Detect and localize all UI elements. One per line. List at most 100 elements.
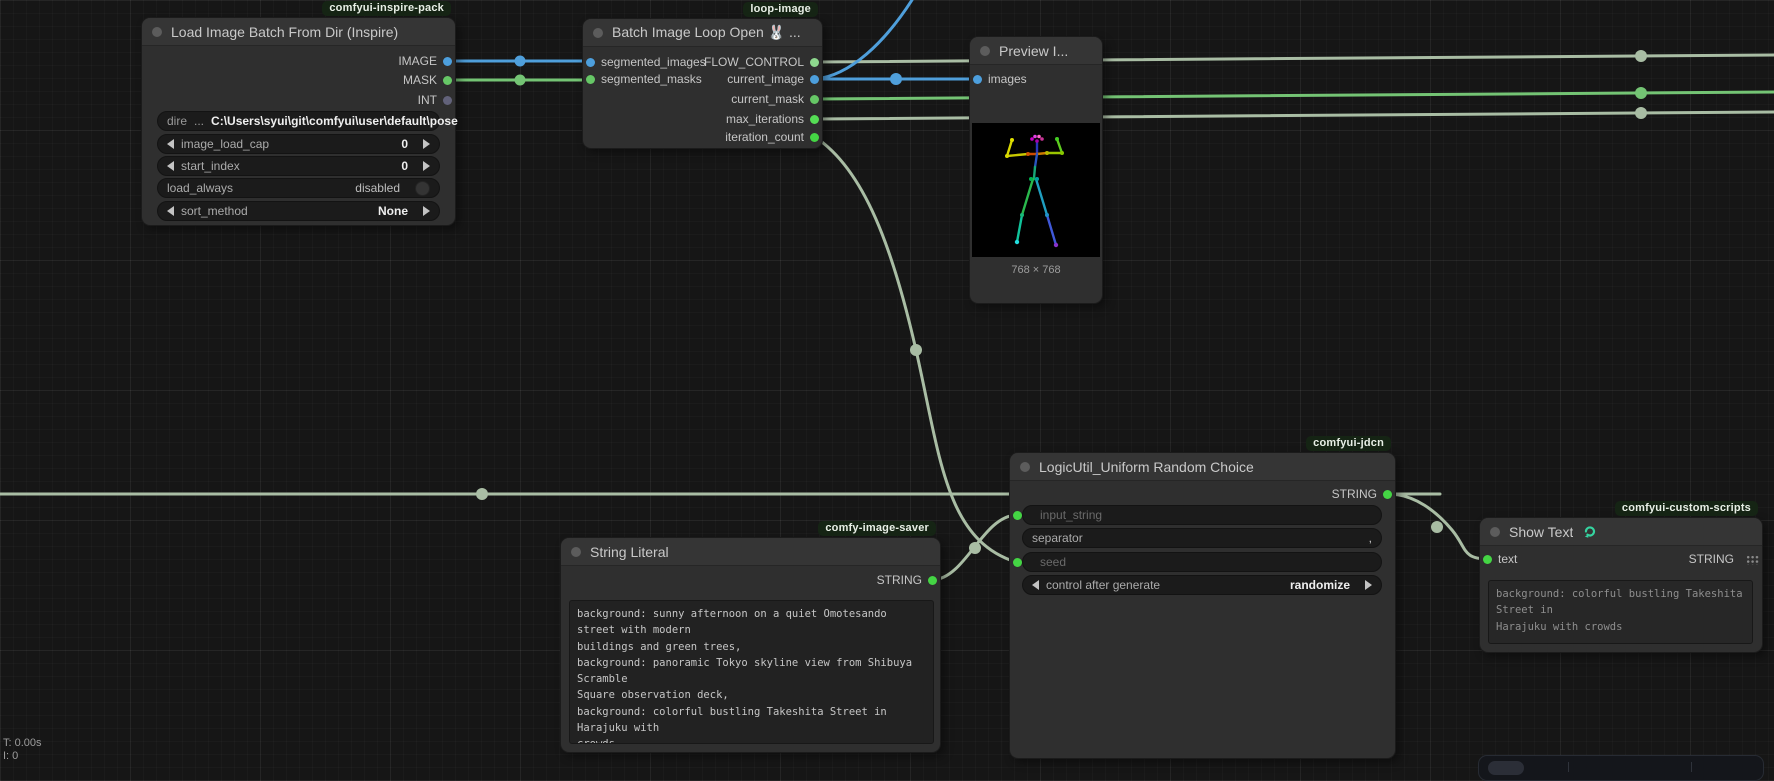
collapse-dot-icon[interactable] [571,547,581,557]
skeleton-joints [1005,135,1064,248]
input-text[interactable]: text [1483,550,1517,568]
wire-max-iterations [815,112,1774,119]
widget-separator[interactable]: separator , [1022,528,1382,548]
node-title-bar[interactable]: Preview I... [970,37,1102,65]
decrement-arrow-icon[interactable] [1032,580,1039,590]
increment-arrow-icon[interactable] [423,206,430,216]
port-dot-string[interactable] [928,576,937,585]
node-logicutil-random-choice[interactable]: comfyui-jdcn LogicUtil_Uniform Random Ch… [1010,453,1395,758]
port-dot-segmented-images[interactable] [586,58,595,67]
widget-sort-method[interactable]: sort_method None [157,201,440,221]
widget-seed[interactable]: seed [1022,552,1382,572]
show-text-textarea[interactable]: background: colorful bustling Takeshita … [1488,580,1753,644]
node-source-badge: comfyui-inspire-pack [322,1,451,16]
decrement-arrow-icon[interactable] [167,206,174,216]
input-images[interactable]: images [973,70,1027,88]
output-mask[interactable]: MASK [403,71,452,89]
input-seed[interactable] [1013,553,1022,571]
ellipsis: ... [194,114,204,128]
node-title-bar[interactable]: LogicUtil_Uniform Random Choice [1010,453,1395,481]
node-source-badge: comfyui-custom-scripts [1615,501,1758,516]
port-dot-int[interactable] [443,96,452,105]
node-show-text[interactable]: comfyui-custom-scripts Show Text text ST… [1480,518,1762,652]
collapse-dot-icon[interactable] [1020,462,1030,472]
node-batch-image-loop[interactable]: loop-image Batch Image Loop Open 🐰 ... s… [583,19,822,148]
output-flow-control[interactable]: FLOW_CONTROL [704,53,819,71]
node-title: String Literal [590,544,669,560]
image-dimensions-caption: 768 × 768 [970,264,1102,276]
comfyui-canvas[interactable]: { "status": { "time": "T: 0.00s", "iter"… [0,0,1774,768]
node-title-bar[interactable]: String Literal [561,538,940,566]
port-dot-current-image[interactable] [810,75,819,84]
toggle-icon[interactable] [415,181,430,196]
openpose-skeleton [972,123,1100,257]
node-string-literal[interactable]: comfy-image-saver String Literal STRING … [561,538,940,752]
port-dot-flow-control[interactable] [810,58,819,67]
decrement-arrow-icon[interactable] [167,139,174,149]
port-dot-max-iterations[interactable] [810,115,819,124]
port-dot-seed[interactable] [1013,558,1022,567]
output-int[interactable]: INT [418,91,452,109]
bottom-panel-partial[interactable] [1478,755,1764,781]
node-source-badge: comfy-image-saver [818,521,936,536]
panel-pill[interactable] [1488,761,1524,775]
preview-pose-image[interactable] [972,123,1100,257]
wire-string-to-showtext [1388,494,1488,559]
node-title: Show Text [1509,524,1573,540]
node-preview-image[interactable]: Preview I... images [970,37,1102,303]
collapse-dot-icon[interactable] [980,46,990,56]
node-title: Load Image Batch From Dir (Inspire) [171,24,398,40]
output-current-image[interactable]: current_image [727,70,819,88]
widget-control-after-generate[interactable]: control after generate randomize [1022,575,1382,595]
increment-arrow-icon[interactable] [423,139,430,149]
output-iteration-count[interactable]: iteration_count [725,128,819,146]
pysssss-swirl-icon [1582,524,1597,539]
increment-arrow-icon[interactable] [1365,580,1372,590]
port-dot-iteration-count[interactable] [810,133,819,142]
output-string[interactable]: STRING [1332,485,1392,503]
output-current-mask[interactable]: current_mask [731,90,819,108]
widget-input-string[interactable]: input_string [1022,505,1382,525]
input-input-string[interactable] [1013,506,1022,524]
output-string[interactable]: STRING [877,571,937,589]
widget-directory[interactable]: dire ... C:\Users\syui\git\comfyui\user\… [157,111,440,131]
node-title: LogicUtil_Uniform Random Choice [1039,459,1254,475]
wire-flow-control [815,55,1774,62]
widget-start-index[interactable]: start_index 0 [157,156,440,176]
port-dot-image[interactable] [443,57,452,66]
node-title-bar[interactable]: Load Image Batch From Dir (Inspire) [142,18,455,46]
port-dot-string[interactable] [1383,490,1392,499]
output-max-iterations[interactable]: max_iterations [726,110,819,128]
port-dot-segmented-masks[interactable] [586,75,595,84]
rabbit-emoji-icon: 🐰 [768,24,785,40]
wire-current-mask [815,92,1774,99]
panel-divider [1691,762,1692,772]
increment-arrow-icon[interactable] [423,161,430,171]
widget-image-load-cap[interactable]: image_load_cap 0 [157,134,440,154]
wire-string-literal [933,515,1016,580]
execution-status: T: 0.00s I: 0 [3,737,42,763]
port-dot-current-mask[interactable] [810,95,819,104]
collapse-dot-icon[interactable] [1490,527,1500,537]
widget-load-always[interactable]: load_always disabled [157,178,440,198]
decrement-arrow-icon[interactable] [167,161,174,171]
node-title-bar[interactable]: Batch Image Loop Open 🐰 ... [583,19,822,47]
status-time: T: 0.00s [3,737,42,750]
string-literal-textarea[interactable]: background: sunny afternoon on a quiet O… [569,600,934,744]
port-dot-mask[interactable] [443,76,452,85]
output-type-label: STRING [1689,550,1759,568]
node-title: Batch Image Loop Open 🐰 ... [612,24,801,41]
node-source-badge: comfyui-jdcn [1306,436,1391,451]
port-dot-input-string[interactable] [1013,511,1022,520]
input-segmented-masks[interactable]: segmented_masks [586,70,702,88]
port-dot-text[interactable] [1483,555,1492,564]
node-title-bar[interactable]: Show Text [1480,518,1762,546]
panel-divider [1568,762,1569,772]
collapse-dot-icon[interactable] [152,27,162,37]
output-image[interactable]: IMAGE [398,52,452,70]
input-segmented-images[interactable]: segmented_images [586,53,706,71]
collapse-dot-icon[interactable] [593,28,603,38]
port-dot-images[interactable] [973,75,982,84]
drag-handle-grid-icon[interactable] [1746,554,1759,565]
node-load-image-batch[interactable]: comfyui-inspire-pack Load Image Batch Fr… [142,18,455,225]
